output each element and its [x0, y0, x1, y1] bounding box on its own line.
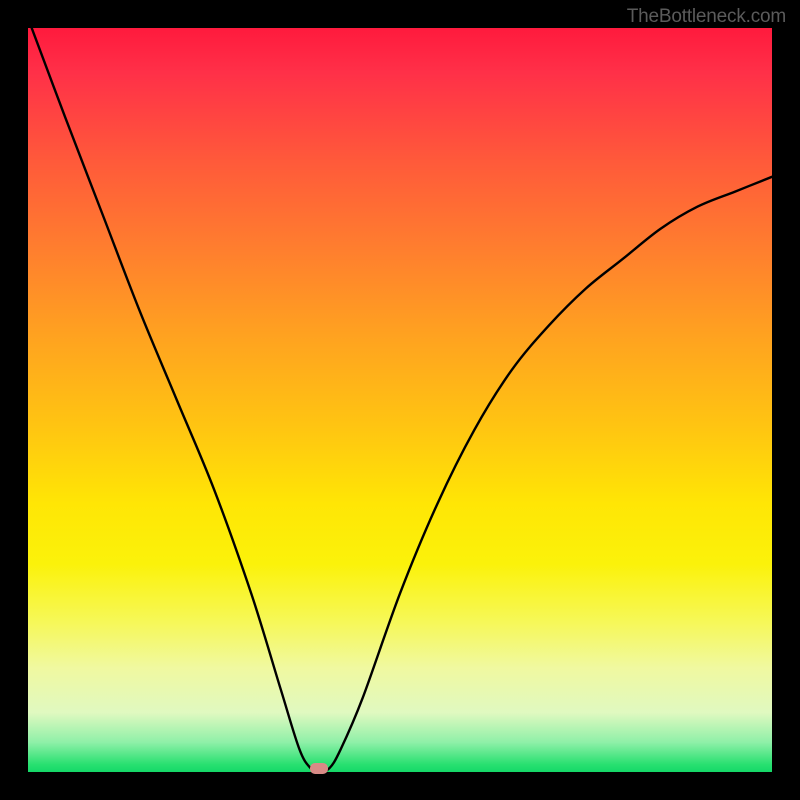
optimal-point-marker	[310, 763, 328, 774]
chart-plot-area	[28, 28, 772, 772]
watermark-text: TheBottleneck.com	[627, 6, 786, 28]
curve-svg	[28, 28, 772, 772]
bottleneck-curve	[32, 28, 772, 772]
